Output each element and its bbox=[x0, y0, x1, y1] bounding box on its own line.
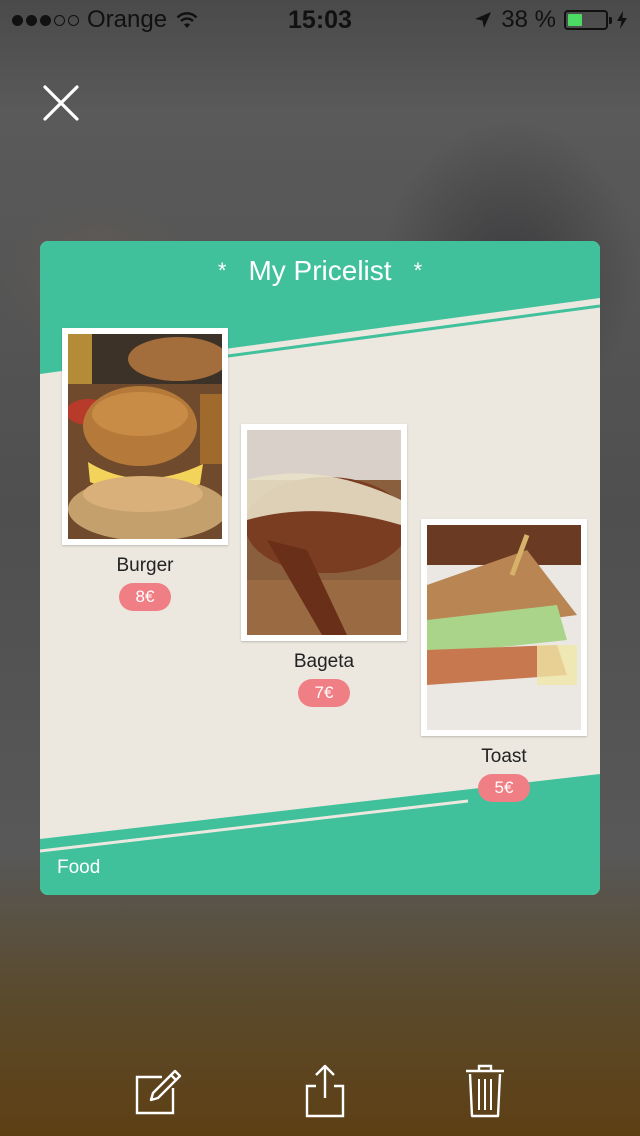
share-icon[interactable] bbox=[304, 1064, 346, 1118]
title-text: My Pricelist bbox=[248, 255, 392, 286]
bageta-photo bbox=[241, 424, 407, 641]
location-arrow-icon bbox=[475, 12, 492, 28]
pricelist-card[interactable]: * My Pricelist * Burger 8€ Bageta 7€ Toa… bbox=[40, 241, 600, 895]
status-bar: Orange 15:03 38 % bbox=[0, 0, 640, 40]
price-badge: 7€ bbox=[297, 679, 351, 707]
pricelist-item-burger[interactable]: Burger 8€ bbox=[62, 328, 228, 611]
item-name: Burger bbox=[116, 555, 174, 576]
pricelist-title: * My Pricelist * bbox=[40, 255, 600, 287]
charging-bolt-icon bbox=[617, 11, 627, 29]
burger-photo bbox=[62, 328, 228, 545]
pricelist-item-toast[interactable]: Toast 5€ bbox=[421, 519, 587, 802]
battery-icon bbox=[564, 10, 612, 30]
item-name: Bageta bbox=[293, 651, 355, 672]
title-star-right: * bbox=[413, 258, 423, 283]
toast-photo bbox=[421, 519, 587, 736]
category-label: Food bbox=[57, 857, 101, 878]
title-star-left: * bbox=[217, 258, 227, 283]
battery-percent: 38 % bbox=[501, 6, 556, 33]
battery-level bbox=[568, 14, 582, 26]
price-badge: 5€ bbox=[477, 774, 531, 802]
pricelist-item-bageta[interactable]: Bageta 7€ bbox=[241, 424, 407, 707]
price-badge: 8€ bbox=[118, 583, 172, 611]
edit-icon[interactable] bbox=[134, 1064, 186, 1118]
close-icon[interactable] bbox=[40, 82, 82, 124]
item-name: Toast bbox=[481, 746, 527, 767]
trash-icon[interactable] bbox=[465, 1064, 505, 1118]
status-right: 38 % bbox=[473, 6, 628, 34]
